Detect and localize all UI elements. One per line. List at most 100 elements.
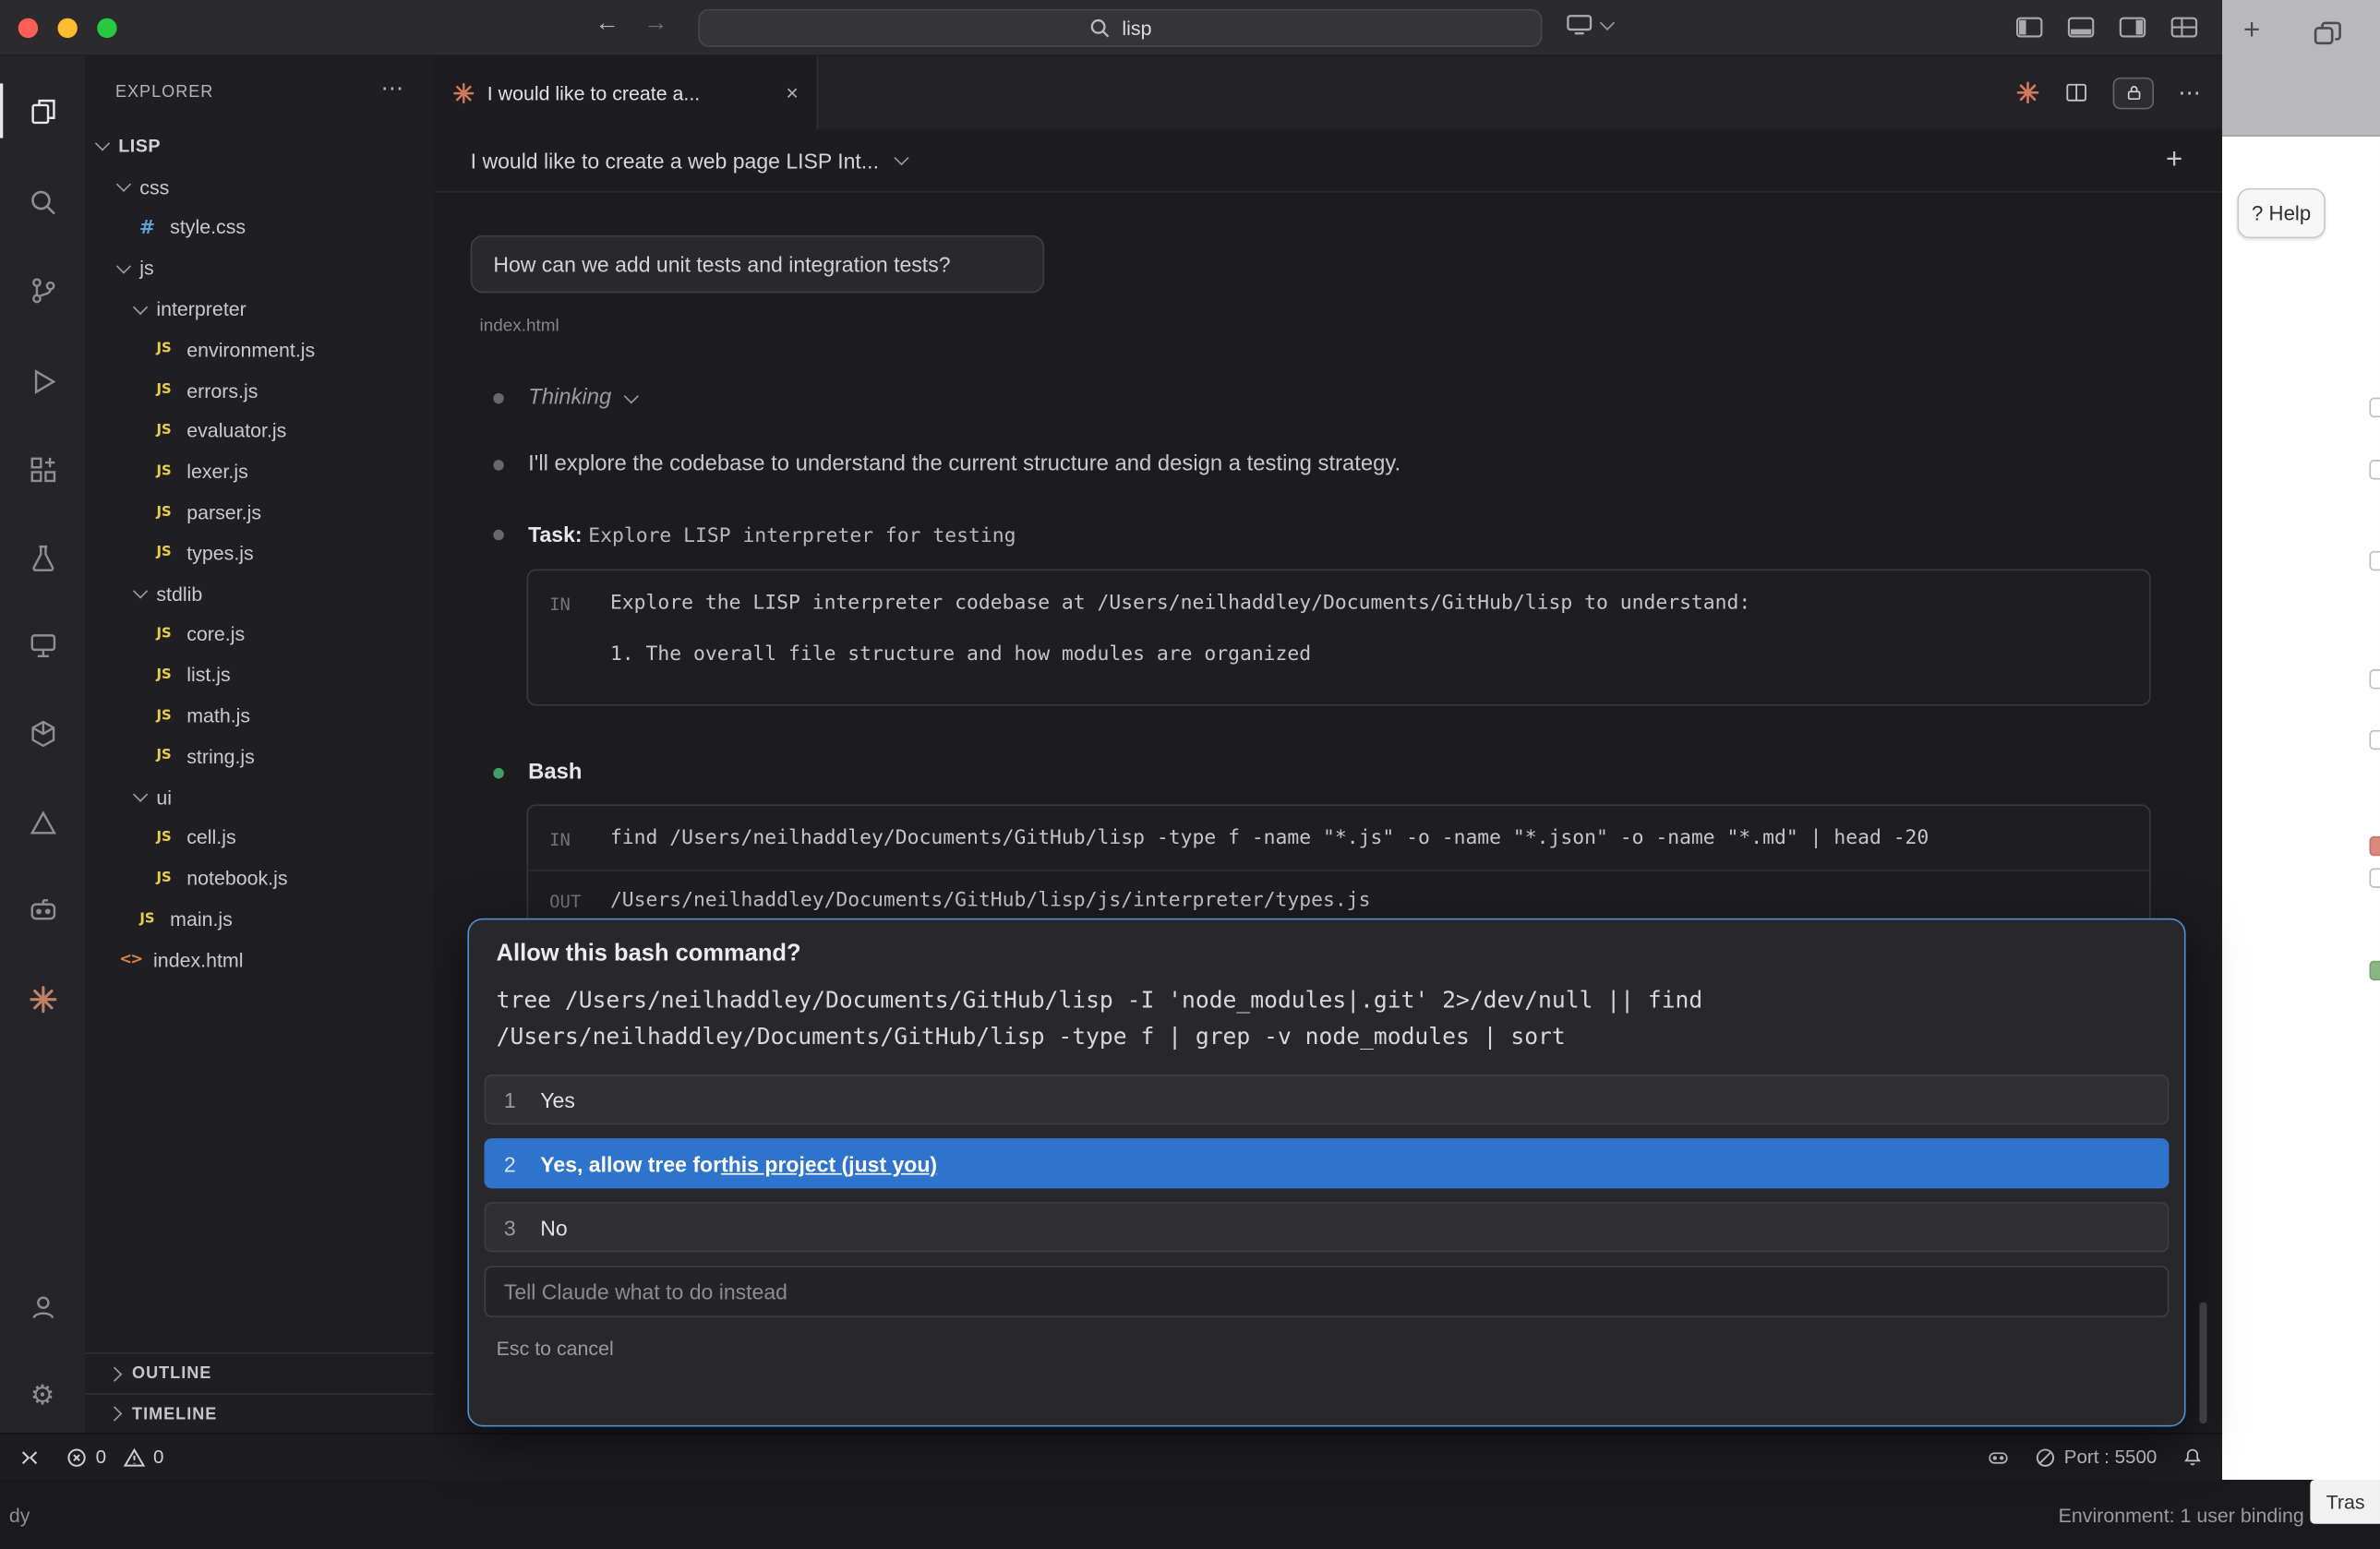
warning-count: 0: [153, 1447, 163, 1468]
copilot-status-icon[interactable]: [1987, 1446, 2010, 1469]
js-icon: JS: [151, 342, 175, 357]
css-icon: #: [135, 216, 159, 239]
explorer-icon[interactable]: [0, 88, 85, 133]
background-window: + ? Help: [2222, 0, 2380, 1480]
thinking-row[interactable]: Thinking: [528, 386, 2161, 410]
extensions-icon[interactable]: [0, 446, 85, 491]
tree-item-file-celljs[interactable]: JScell.js: [85, 817, 434, 858]
remote-explorer-icon[interactable]: [0, 622, 85, 667]
tree-item-file-environmentjs[interactable]: JSenvironment.js: [85, 330, 434, 370]
help-button[interactable]: ? Help: [2237, 188, 2325, 238]
tree-item-folder-stdlib[interactable]: stdlib: [85, 573, 434, 614]
azure-icon[interactable]: [0, 799, 85, 845]
toggle-secondary-sidebar-icon[interactable]: [2119, 17, 2146, 38]
tree-item-file-stylecss[interactable]: #style.css: [85, 208, 434, 248]
instead-input[interactable]: [484, 1267, 2169, 1318]
run-debug-icon[interactable]: [0, 358, 85, 403]
tab-claude-session[interactable]: I would like to create a... ×: [434, 56, 818, 129]
close-window-button[interactable]: [18, 18, 38, 38]
tree-item-file-parserjs[interactable]: JSparser.js: [85, 492, 434, 533]
zoom-window-button[interactable]: [97, 18, 116, 38]
esc-hint: Esc to cancel: [497, 1338, 2170, 1361]
problems-indicator[interactable]: 0 0: [66, 1446, 164, 1469]
tree-item-file-typesjs[interactable]: JStypes.js: [85, 533, 434, 573]
toggle-primary-sidebar-icon[interactable]: [2015, 17, 2043, 38]
layout-control[interactable]: [1567, 14, 1611, 35]
js-icon: JS: [151, 871, 175, 885]
background-text-left: dy: [9, 1504, 30, 1527]
tree-item-file-stringjs[interactable]: JSstring.js: [85, 736, 434, 776]
notifications-bell-icon[interactable]: [2182, 1446, 2205, 1469]
tree-item-file-errorsjs[interactable]: JSerrors.js: [85, 370, 434, 411]
chevron-down-icon: [116, 177, 131, 192]
outline-section[interactable]: OUTLINE: [85, 1352, 434, 1393]
error-count: 0: [96, 1447, 106, 1468]
settings-gear-icon[interactable]: ⚙: [0, 1372, 85, 1417]
bullet-dot: [493, 393, 504, 404]
split-editor-icon[interactable]: [2064, 80, 2088, 104]
minimize-window-button[interactable]: [57, 18, 77, 38]
chevron-down-icon: [95, 137, 110, 151]
remote-indicator[interactable]: [18, 1446, 42, 1469]
option-yes[interactable]: 1 Yes: [484, 1075, 2169, 1125]
tab-bar: I would like to create a... × ⋯: [434, 56, 2222, 129]
chevron-right-icon: [107, 1406, 122, 1421]
tree-item-root-lisp[interactable]: LISP: [85, 126, 434, 166]
tree-item-file-mainjs[interactable]: JSmain.js: [85, 899, 434, 940]
claude-icon: [452, 81, 475, 104]
tab-overview-icon[interactable]: [2314, 21, 2342, 54]
tree-item-file-indexhtml[interactable]: <>index.html: [85, 940, 434, 980]
new-tab-icon[interactable]: +: [2243, 15, 2260, 48]
tree-item-file-listjs[interactable]: JSlist.js: [85, 654, 434, 695]
new-session-icon[interactable]: +: [2166, 143, 2182, 176]
github-copilot-icon[interactable]: [0, 886, 85, 931]
scrollbar-thumb[interactable]: [2199, 1303, 2206, 1424]
background-bottom-strip: dy Environment: 1 user binding Tras: [0, 1480, 2380, 1549]
tree-item-file-mathjs[interactable]: JSmath.js: [85, 695, 434, 736]
tree-item-folder-interpreter[interactable]: interpreter: [85, 289, 434, 330]
screen-icon: [1567, 14, 1593, 35]
source-control-icon[interactable]: [0, 267, 85, 312]
js-icon: JS: [151, 708, 175, 723]
in-label: IN: [549, 589, 592, 618]
out-label: OUT: [549, 885, 592, 915]
assistant-text: I'll explore the codebase to understand …: [528, 452, 2161, 476]
chevron-down-icon: [133, 787, 148, 802]
back-icon[interactable]: ←: [595, 11, 619, 39]
vscode-window: ← → lisp: [0, 0, 2222, 1480]
tree-item-file-notebookjs[interactable]: JSnotebook.js: [85, 858, 434, 898]
lock-button[interactable]: [2113, 77, 2154, 109]
forward-icon[interactable]: →: [643, 11, 667, 39]
tree-item-file-lexerjs[interactable]: JSlexer.js: [85, 451, 434, 492]
command-center-search[interactable]: lisp: [698, 9, 1542, 47]
docker-icon[interactable]: [0, 710, 85, 755]
more-actions-icon[interactable]: ⋯: [2178, 78, 2201, 106]
search-view-icon[interactable]: [0, 179, 85, 224]
search-value: lisp: [1122, 17, 1151, 40]
customize-layout-icon[interactable]: [2170, 17, 2198, 38]
tab-title: I would like to create a...: [487, 81, 774, 104]
option-yes-allow-project[interactable]: 2 Yes, allow tree for this project (just…: [484, 1139, 2169, 1189]
js-icon: JS: [151, 505, 175, 520]
tree-item-folder-css[interactable]: css: [85, 167, 434, 208]
close-icon[interactable]: ×: [786, 80, 798, 104]
views-more-icon[interactable]: ⋯: [381, 75, 404, 102]
claude-extension-icon[interactable]: [0, 976, 85, 1021]
chevron-down-icon[interactable]: [894, 150, 908, 165]
testing-icon[interactable]: [0, 534, 85, 580]
accounts-icon[interactable]: [0, 1284, 85, 1329]
partial-icon: [2369, 398, 2380, 417]
trash-label[interactable]: Tras: [2311, 1480, 2380, 1524]
option-no[interactable]: 3 No: [484, 1203, 2169, 1253]
tree-item-folder-js[interactable]: js: [85, 248, 434, 289]
js-icon: JS: [151, 546, 175, 560]
live-server-port[interactable]: Port : 5500: [2034, 1446, 2157, 1469]
session-title[interactable]: I would like to create a web page LISP I…: [471, 148, 879, 172]
tree-item-file-corejs[interactable]: JScore.js: [85, 614, 434, 654]
toggle-panel-icon[interactable]: [2067, 17, 2095, 38]
tree-item-file-evaluatorjs[interactable]: JSevaluator.js: [85, 411, 434, 451]
tree-item-folder-ui[interactable]: ui: [85, 776, 434, 817]
timeline-section[interactable]: TIMELINE: [85, 1393, 434, 1434]
claude-icon[interactable]: [2015, 80, 2039, 104]
session-header: I would like to create a web page LISP I…: [434, 129, 2222, 193]
